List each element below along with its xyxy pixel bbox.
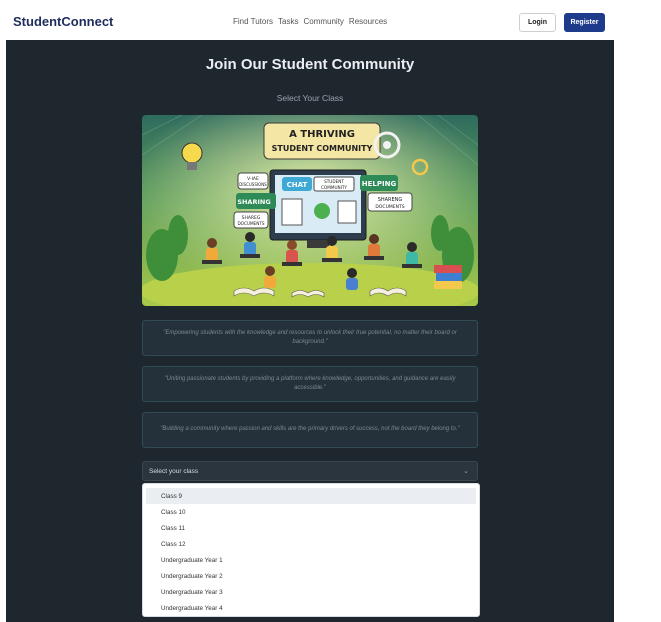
hero-bubble-text: SHARENG [378,197,403,203]
navbar: StudentConnect Find Tutors Tasks Communi… [0,0,614,40]
class-option-ug-year-4[interactable]: Undergraduate Year 4 [143,600,479,616]
nav-link-community[interactable]: Community [303,17,343,26]
hero-illustration-art: A THRIVING STUDENT COMMUNITY V-IAE DISCU… [142,115,478,306]
hero-bubble-text: DOCUMENTS [375,204,404,210]
class-option-ug-year-2[interactable]: Undergraduate Year 2 [143,568,479,584]
hero-banner-line-2: STUDENT COMMUNITY [272,144,373,153]
mission-quote-2: "Uniting passionate students by providin… [142,366,478,402]
class-option-ug-year-3[interactable]: Undergraduate Year 3 [143,584,479,600]
hero-bubble-text: CHAT [287,181,308,189]
nav-links: Find Tutors Tasks Community Resources [233,17,392,26]
hero-banner-line-1: A THRIVING [289,129,355,140]
chevron-down-icon: ⌄ [463,468,469,475]
class-option-class-11[interactable]: Class 11 [143,520,479,536]
nav-link-resources[interactable]: Resources [349,17,387,26]
hero-bubble-text: HELPING [362,180,397,188]
hero-bubble-text: DISCUSSIONS [239,182,267,187]
hero-bubble-text: COMMUNITY [321,185,347,190]
mission-quote-1: "Empowering students with the knowledge … [142,320,478,356]
hero-bubble-text: SHARING [237,198,270,206]
nav-link-find-tutors[interactable]: Find Tutors [233,17,273,26]
class-option-class-10[interactable]: Class 10 [143,504,479,520]
register-button[interactable]: Register [564,13,605,32]
class-option-ug-year-1[interactable]: Undergraduate Year 1 [143,552,479,568]
hero-bubble-text: DOCUMENTS [237,221,264,226]
hero-illustration: A THRIVING STUDENT COMMUNITY V-IAE DISCU… [142,115,478,306]
class-option-class-12[interactable]: Class 12 [143,536,479,552]
hero-bubble-text: STUDENT [324,179,344,184]
page-title: Join Our Student Community [205,56,415,73]
login-button[interactable]: Login [519,13,556,32]
class-option-class-9[interactable]: Class 9 [146,488,476,504]
nav-link-tasks[interactable]: Tasks [278,17,298,26]
brand-logo[interactable]: StudentConnect [13,14,113,29]
class-select[interactable]: Select your class ⌄ [142,461,478,481]
class-dropdown-list: Class 9 Class 10 Class 11 Class 12 Under… [142,483,480,617]
class-select-value: Select your class [149,467,199,475]
mission-quote-3: "Building a community where passion and … [142,412,478,448]
page-subtitle: Select Your Class [276,93,344,103]
